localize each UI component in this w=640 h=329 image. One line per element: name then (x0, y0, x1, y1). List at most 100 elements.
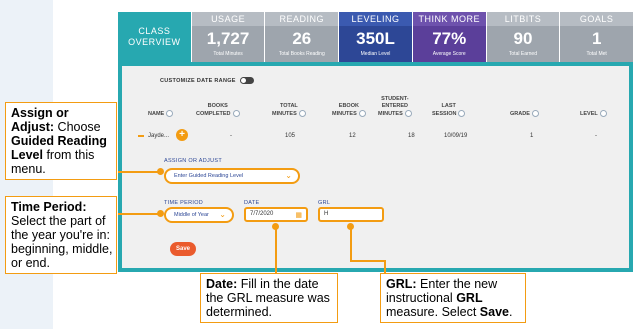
sort-icon[interactable] (458, 110, 466, 117)
stat-sub: Average Score (432, 51, 466, 57)
stat-goals[interactable]: GOALS 1 Total Met (560, 12, 634, 62)
col-se-label-1: STUDENT- (381, 96, 409, 102)
stat-reading[interactable]: READING 26 Total Books Reading (265, 12, 340, 62)
col-name-label: NAME (148, 110, 165, 117)
stat-sub: Total Earned (508, 51, 537, 57)
callout-time-period: Time Period: Select the part of the year… (5, 196, 117, 274)
callout-time-title: Time Period: (11, 200, 87, 214)
callout-grl-bold3: Save (479, 305, 509, 319)
stat-value: 1,727 (206, 29, 250, 48)
connector-grl-v1 (350, 226, 352, 262)
stat-value: 350L (356, 29, 395, 48)
callout-date: Date: Fill in the date the GRL measure w… (200, 273, 338, 323)
grl-value: H (324, 211, 329, 217)
sort-icon[interactable] (531, 110, 539, 117)
tab-class-overview[interactable]: CLASS OVERVIEW (118, 12, 192, 62)
assign-select[interactable]: Enter Guided Reading Level ⌄ (164, 168, 300, 184)
stat-label: LEVELING (339, 12, 412, 26)
connector-grl-h (350, 260, 386, 262)
sort-icon[interactable] (232, 110, 240, 117)
date-field[interactable]: 7/7/2020 ▦ (244, 207, 308, 222)
student-panel (118, 62, 633, 272)
grl-field[interactable]: H (318, 207, 384, 222)
col-books-label-2: COMPLETED (196, 110, 231, 117)
callout-grl-bold2: GRL (456, 291, 483, 305)
connector-dot (272, 223, 279, 230)
sort-icon[interactable] (166, 110, 174, 117)
row-level: - (595, 133, 597, 139)
row-total: 105 (285, 133, 296, 139)
sort-icon[interactable] (599, 110, 607, 117)
expand-plus-icon[interactable]: + (176, 129, 188, 141)
sort-icon[interactable] (358, 110, 366, 117)
stat-think-more[interactable]: THINK MORE 77% Average Score (412, 12, 487, 62)
col-level[interactable]: LEVEL (580, 110, 607, 118)
callout-grl-text3: . (509, 305, 513, 319)
stat-value: 26 (292, 29, 312, 48)
callout-grl: GRL: Enter the new instructional GRL mea… (380, 273, 526, 323)
save-button[interactable]: Save (170, 242, 196, 256)
stat-usage[interactable]: USAGE 1,727 Total Minutes (191, 12, 266, 62)
callout-grl-title: GRL: (386, 277, 417, 291)
stat-value: 77% (432, 29, 467, 48)
col-grade-label: GRADE (510, 110, 530, 117)
col-last-label-1: LAST (441, 103, 456, 109)
class-overview-label: CLASS OVERVIEW (128, 26, 181, 47)
col-last-label-2: SESSION (432, 110, 457, 117)
callout-grl-text2: measure. Select (386, 305, 480, 319)
stat-label: LITBITS (486, 12, 560, 26)
stats-header: CLASS OVERVIEW USAGE 1,727 Total Minutes… (118, 12, 634, 62)
row-books: - (230, 133, 232, 139)
chevron-down-icon: ⌄ (219, 210, 226, 219)
col-books-label-1: BOOKS (207, 103, 228, 109)
callout-time-text: Select the part of the year you're in: b… (11, 214, 113, 270)
col-ebook-label-2: MINUTES (332, 110, 357, 117)
row-last-session: 10/09/19 (444, 133, 468, 139)
stat-label: USAGE (191, 12, 265, 26)
stat-leveling[interactable]: LEVELING 350L Median Level (339, 12, 413, 62)
sort-icon[interactable] (404, 110, 412, 117)
connector-grl-v2 (384, 260, 386, 273)
col-total-label-1: TOTAL (279, 103, 298, 109)
col-level-label: LEVEL (580, 110, 598, 117)
stat-sub: Median Level (360, 51, 391, 57)
date-label: DATE (244, 200, 260, 206)
row-ebook: 12 (349, 133, 356, 139)
customize-date-range: CUSTOMIZE DATE RANGE (160, 77, 254, 84)
assign-label: ASSIGN OR ADJUST (164, 158, 222, 164)
col-ebook-minutes[interactable]: EBOOK MINUTES (332, 103, 366, 118)
calendar-icon[interactable]: ▦ (295, 210, 302, 221)
callout-date-title: Date: (206, 277, 238, 291)
connector-dot (157, 168, 164, 175)
time-period-select[interactable]: Middle of Year ⌄ (164, 207, 234, 223)
stat-sub: Total Met (586, 51, 607, 57)
stat-sub: Total Minutes (213, 51, 243, 57)
col-grade[interactable]: GRADE (510, 110, 539, 118)
date-value: 7/7/2020 (250, 211, 274, 217)
col-books[interactable]: BOOKS COMPLETED (196, 103, 240, 118)
time-period-value: Middle of Year (174, 212, 209, 218)
callout-assign-text1: Choose (54, 120, 101, 134)
time-period-label: TIME PERIOD (164, 200, 204, 206)
stat-label: THINK MORE (412, 12, 486, 26)
page: CLASS OVERVIEW USAGE 1,727 Total Minutes… (0, 0, 640, 329)
stat-label: GOALS (560, 12, 634, 26)
connector-date (275, 226, 277, 273)
col-se-label-3: MINUTES (378, 110, 403, 117)
col-student-entered[interactable]: STUDENT- ENTERED MINUTES (378, 96, 412, 118)
collapse-icon[interactable] (138, 135, 144, 137)
row-name[interactable]: Jayde... (148, 133, 169, 139)
col-last-session[interactable]: LAST SESSION (432, 103, 466, 118)
stat-value: 1 (591, 29, 602, 48)
stat-litbits[interactable]: LITBITS 90 Total Earned (486, 12, 561, 62)
connector-dot (347, 223, 354, 230)
customize-date-range-label: CUSTOMIZE DATE RANGE (160, 77, 236, 84)
col-total-minutes[interactable]: TOTAL MINUTES (272, 103, 306, 118)
date-range-toggle[interactable] (239, 77, 254, 84)
chevron-down-icon: ⌄ (285, 171, 292, 180)
sort-icon[interactable] (298, 110, 306, 117)
col-name[interactable]: NAME (148, 110, 174, 118)
row-grade: 1 (530, 133, 534, 139)
col-se-label-2: ENTERED (381, 103, 409, 109)
stat-sub: Total Books Reading (278, 51, 325, 57)
